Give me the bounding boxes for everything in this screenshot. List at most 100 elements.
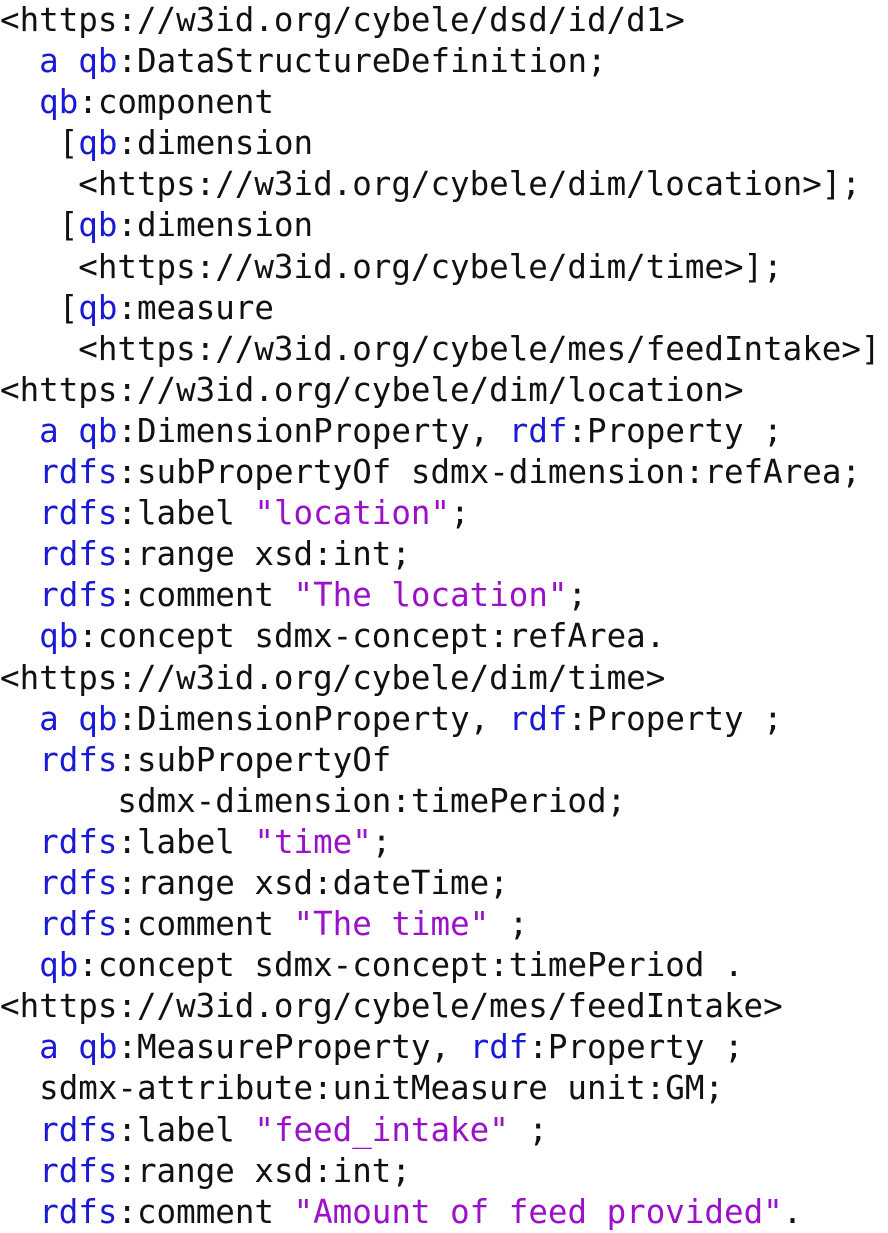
code-line: rdfs:subPropertyOf sdmx-dimension:refAre…	[0, 452, 888, 493]
code-line: <https://w3id.org/cybele/mes/feedIntake>	[0, 986, 888, 1027]
code-token-prefix: qb	[39, 946, 79, 985]
code-line: <https://w3id.org/cybele/dim/location>];	[0, 164, 888, 205]
code-token-plain: :DimensionProperty,	[117, 699, 509, 738]
code-token-plain: :DimensionProperty,	[117, 411, 509, 450]
code-token-plain: :component	[78, 83, 274, 122]
code-line: sdmx-attribute:unitMeasure unit:GM;	[0, 1068, 888, 1109]
code-line: [qb:dimension	[0, 205, 888, 246]
code-line: qb:component	[0, 82, 888, 123]
code-token-plain: :label	[117, 1110, 255, 1149]
code-token-plain: :Property ;	[567, 699, 783, 738]
code-token-prefix: qb	[78, 699, 118, 738]
code-token-plain: :measure	[117, 288, 274, 327]
code-token-prefix: rdf	[469, 1028, 529, 1067]
code-line: rdfs:label "location";	[0, 493, 888, 534]
code-line: rdfs:comment "The time" ;	[0, 904, 888, 945]
code-token-plain: .	[782, 1192, 803, 1231]
code-token-str: "time"	[254, 822, 372, 861]
code-line: rdfs:label "time";	[0, 822, 888, 863]
code-token-prefix: rdf	[508, 699, 568, 738]
code-token-prefix: rdfs	[39, 535, 118, 574]
code-token-prefix: rdfs	[39, 1192, 118, 1231]
code-token-str: "Amount of feed provided"	[293, 1192, 783, 1231]
code-token-prefix: rdfs	[39, 822, 118, 861]
code-token-prefix: qb	[39, 617, 79, 656]
code-token-plain: :subPropertyOf	[117, 740, 392, 779]
code-token-prefix: rdfs	[39, 1110, 118, 1149]
code-line: rdfs:range xsd:dateTime;	[0, 863, 888, 904]
code-token-iri: <https://w3id.org/cybele/mes/feedIntake>	[0, 987, 783, 1026]
code-token-prefix: rdfs	[39, 453, 118, 492]
code-token-prefix: qb	[78, 206, 118, 245]
code-token-plain: ;	[489, 905, 529, 944]
code-token-str: "feed_intake"	[254, 1110, 509, 1149]
code-token-plain: :dimension	[117, 206, 314, 245]
code-token-plain: ;	[508, 1110, 548, 1149]
code-token-plain: :comment	[117, 576, 294, 615]
code-token-plain: ;	[450, 494, 470, 533]
code-line: <https://w3id.org/cybele/dim/time>];	[0, 247, 888, 288]
code-token-prefix: rdfs	[39, 905, 118, 944]
code-line: qb:concept sdmx-concept:refArea.	[0, 616, 888, 657]
code-line: [qb:measure	[0, 288, 888, 329]
code-line: rdfs:range xsd:int;	[0, 534, 888, 575]
code-token-plain: :concept sdmx-concept:refArea.	[78, 617, 666, 656]
code-token-str: "location"	[254, 494, 451, 533]
code-token-plain: :dimension	[117, 124, 314, 163]
code-token-plain: :label	[117, 494, 255, 533]
code-line: sdmx-dimension:timePeriod;	[0, 781, 888, 822]
code-token-plain: sdmx-dimension:timePeriod;	[0, 781, 627, 820]
code-token-prefix: rdfs	[39, 863, 118, 902]
code-token-kw: a	[39, 411, 59, 450]
code-token-prefix: qb	[78, 411, 118, 450]
code-line: <https://w3id.org/cybele/dim/time>	[0, 658, 888, 699]
code-token-plain: [	[0, 124, 79, 163]
code-token-plain: :DataStructureDefinition;	[117, 42, 607, 81]
code-line: <https://w3id.org/cybele/mes/feedIntake>…	[0, 329, 888, 370]
code-token-plain: :range xsd:int;	[117, 535, 411, 574]
code-token-prefix: rdfs	[39, 576, 118, 615]
code-token-prefix: qb	[78, 42, 118, 81]
code-token-plain: sdmx-attribute:unitMeasure unit:GM;	[0, 1069, 724, 1108]
code-token-prefix: qb	[78, 124, 118, 163]
code-token-iri: <https://w3id.org/cybele/dim/time>	[0, 658, 666, 697]
code-token-plain: :MeasureProperty,	[117, 1028, 470, 1067]
code-line: <https://w3id.org/cybele/dsd/id/d1>	[0, 0, 888, 41]
code-line: <https://w3id.org/cybele/dim/location>	[0, 370, 888, 411]
code-listing: <https://w3id.org/cybele/dsd/id/d1> a qb…	[0, 0, 888, 1233]
code-line: rdfs:comment "The location";	[0, 575, 888, 616]
code-line: a qb:DimensionProperty, rdf:Property ;	[0, 699, 888, 740]
code-token-prefix: qb	[39, 83, 79, 122]
code-token-plain: [	[0, 206, 79, 245]
code-token-plain: ;	[371, 822, 392, 861]
code-token-plain: :label	[117, 822, 255, 861]
code-token-iri: <https://w3id.org/cybele/dim/location>	[0, 370, 744, 409]
code-line: rdfs:range xsd:int;	[0, 1151, 888, 1192]
code-token-kw: a	[39, 699, 59, 738]
code-token-plain: ;	[567, 576, 588, 615]
code-token-iri: <https://w3id.org/cybele/mes/feedIntake>…	[0, 329, 888, 368]
code-line: a qb:MeasureProperty, rdf:Property ;	[0, 1027, 888, 1068]
code-token-plain: :Property ;	[567, 411, 783, 450]
code-line: rdfs:subPropertyOf	[0, 740, 888, 781]
code-token-plain: :range xsd:dateTime;	[117, 863, 509, 902]
